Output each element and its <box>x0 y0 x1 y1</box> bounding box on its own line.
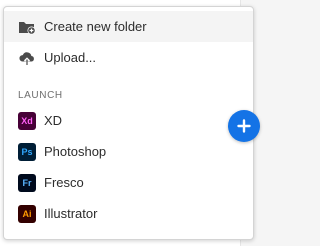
context-menu: Create new folder Upload... LAUNCH Xd XD… <box>3 6 254 240</box>
photoshop-app-badge: Ps <box>18 142 36 161</box>
plus-icon <box>237 119 251 133</box>
add-button[interactable] <box>228 110 260 142</box>
xd-app-badge: Xd <box>18 111 36 130</box>
upload-item[interactable]: Upload... <box>4 42 253 73</box>
fresco-app-badge: Fr <box>18 173 36 192</box>
stage: Create new folder Upload... LAUNCH Xd XD… <box>0 0 260 246</box>
launch-fresco-item[interactable]: Fr Fresco <box>4 167 253 198</box>
launch-fresco-label: Fresco <box>44 175 84 190</box>
launch-photoshop-item[interactable]: Ps Photoshop <box>4 136 253 167</box>
photoshop-app-icon: Ps <box>18 142 36 161</box>
upload-label: Upload... <box>44 50 97 65</box>
cloud-upload-icon <box>18 49 36 67</box>
launch-illustrator-item[interactable]: Ai Illustrator <box>4 198 253 229</box>
create-new-folder-label: Create new folder <box>44 19 147 34</box>
fresco-app-icon: Fr <box>18 173 36 192</box>
illustrator-app-icon: Ai <box>18 204 36 223</box>
illustrator-app-badge: Ai <box>18 204 36 223</box>
create-new-folder-item[interactable]: Create new folder <box>4 11 253 42</box>
xd-app-icon: Xd <box>18 111 36 130</box>
folder-add-icon <box>18 18 36 36</box>
launch-illustrator-label: Illustrator <box>44 206 98 221</box>
launch-photoshop-label: Photoshop <box>44 144 107 159</box>
launch-xd-label: XD <box>44 113 63 128</box>
section-heading-launch: LAUNCH <box>18 90 63 101</box>
launch-xd-item[interactable]: Xd XD <box>4 105 253 136</box>
